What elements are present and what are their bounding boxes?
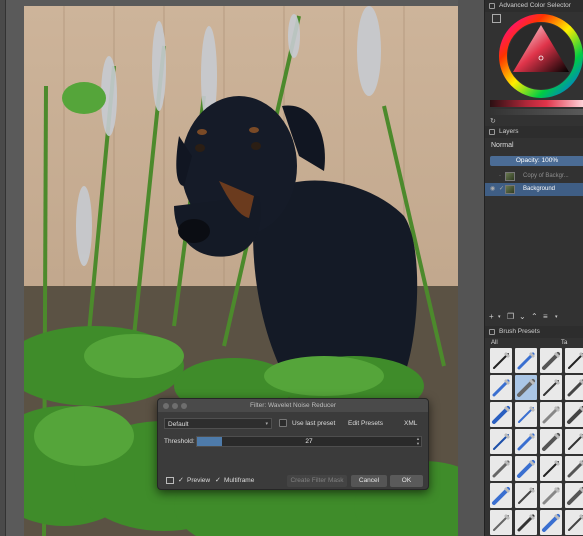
layer-thumbnail [505,185,515,194]
brush-preset-tile[interactable] [565,348,583,373]
dialog-titlebar[interactable]: Filter: Wavelet Noise Reducer [158,399,428,412]
brush-preset-tile[interactable] [565,429,583,454]
add-layer-icon[interactable]: + [489,312,494,321]
color-wheel[interactable] [499,14,583,98]
dialog-footer: ✓ Preview ✓ Multiframe Create Filter Mas… [164,475,426,487]
wavelet-noise-reducer-dialog: Filter: Wavelet Noise Reducer Default ▾ … [157,398,429,490]
right-dock: Advanced Color Selector ↻ Layers Normal … [484,0,583,536]
move-up-icon[interactable]: ⌃ [531,312,538,321]
brush-preset-tile[interactable] [515,510,537,535]
brush-filter-select[interactable]: All Ta [491,339,577,348]
layer-checkbox[interactable]: · [499,170,501,183]
brush-preset-tile[interactable] [565,375,583,400]
opacity-slider[interactable]: Opacity: 100% [490,156,583,166]
refresh-icon[interactable]: ↻ [490,117,496,125]
panel-handle-icon [489,129,495,135]
brush-preset-tile[interactable] [540,483,562,508]
brush-preset-tile[interactable] [540,402,562,427]
brush-preset-tile[interactable] [490,483,512,508]
spinner-icon[interactable]: ▲ ▼ [416,436,420,446]
brush-preset-tile[interactable] [490,375,512,400]
layers-title: Layers [485,126,583,138]
krita-window: Advanced Color Selector ↻ Layers Normal … [0,0,583,536]
value-slider[interactable] [490,109,583,115]
preset-row: Default ▾ Use last preset Edit Presets X… [164,418,424,429]
brush-preset-tile[interactable] [515,429,537,454]
chevron-down-icon: ▾ [265,421,268,427]
brush-grid [490,348,583,536]
brush-preset-tile[interactable] [490,456,512,481]
color-selector-panel: Advanced Color Selector ↻ [485,0,583,126]
canvas-scrollbar-area[interactable] [458,0,484,536]
tag-label: Ta [561,340,568,346]
brush-preset-tile[interactable] [540,375,562,400]
edit-presets-button[interactable]: Edit Presets [348,418,383,429]
brush-preset-tile[interactable] [540,510,562,535]
layer-row-selected[interactable]: ◉ ✓ Background [485,183,583,196]
brush-preset-tile[interactable] [540,429,562,454]
blend-mode-select[interactable]: Normal [485,140,583,152]
chevron-down-icon[interactable]: ▾ [498,314,501,320]
panel-handle-icon [489,329,495,335]
layer-properties-icon[interactable]: ≡ [543,312,548,321]
use-last-preset-checkbox[interactable] [279,419,287,427]
layers-panel: Layers Normal Opacity: 100% · Copy of Ba… [485,126,583,326]
brush-preset-tile[interactable] [515,402,537,427]
create-filter-mask-button[interactable]: Create Filter Mask [287,475,347,487]
brush-preset-tile[interactable] [515,456,537,481]
brush-preset-tile[interactable] [490,402,512,427]
preview-label: Preview [187,477,211,484]
threshold-slider[interactable]: 27 ▲ ▼ [196,436,422,447]
brush-preset-tile[interactable] [540,348,562,373]
use-last-preset-label: Use last preset [292,420,336,427]
left-ruler [0,0,6,536]
brush-preset-tile[interactable] [515,375,537,400]
preview-checkbox[interactable]: ✓ [178,477,185,484]
cancel-button[interactable]: Cancel [351,475,387,487]
split-view-icon[interactable] [166,477,174,484]
xml-button[interactable]: XML [404,418,417,429]
layer-checkbox[interactable]: ✓ [499,183,504,196]
brush-presets-title: Brush Presets [485,326,583,338]
duplicate-layer-icon[interactable]: ❐ [507,312,514,321]
layer-thumbnail [505,172,515,181]
brush-preset-tile[interactable] [565,456,583,481]
brush-preset-tile[interactable] [490,429,512,454]
brush-preset-tile[interactable] [565,510,583,535]
brush-preset-tile[interactable] [565,402,583,427]
brush-preset-tile[interactable] [540,456,562,481]
multiframe-label: Multiframe [224,477,255,484]
minimize-icon[interactable] [172,403,178,409]
layer-row[interactable]: · Copy of Backgr... [485,170,583,183]
multiframe-checkbox[interactable]: ✓ [215,477,222,484]
layers-toolbar: + ▾ ❐ ⌄ ⌃ ≡ ▾ [485,312,583,324]
zoom-icon[interactable] [181,403,187,409]
brush-preset-tile[interactable] [515,348,537,373]
dialog-title: Filter: Wavelet Noise Reducer [249,402,337,409]
hue-ring-triangle[interactable] [499,14,583,98]
color-selector-title: Advanced Color Selector [485,0,583,12]
brush-preset-tile[interactable] [565,483,583,508]
threshold-value: 27 [305,438,313,445]
brush-preset-tile[interactable] [490,510,512,535]
chevron-down-icon[interactable]: ▾ [555,314,558,320]
layer-name: Copy of Backgr... [523,173,569,179]
preset-select[interactable]: Default ▾ [164,418,272,429]
threshold-label: Threshold: [164,438,195,445]
brush-preset-tile[interactable] [515,483,537,508]
panel-handle-icon [489,3,495,9]
visibility-icon[interactable]: ◉ [490,183,495,196]
close-icon[interactable] [163,403,169,409]
move-down-icon[interactable]: ⌄ [519,312,526,321]
ok-button[interactable]: OK [390,475,423,487]
brush-presets-panel: Brush Presets All Ta [485,326,583,536]
layer-name: Background [523,186,556,192]
brush-preset-tile[interactable] [490,348,512,373]
hue-slider[interactable] [490,100,583,107]
